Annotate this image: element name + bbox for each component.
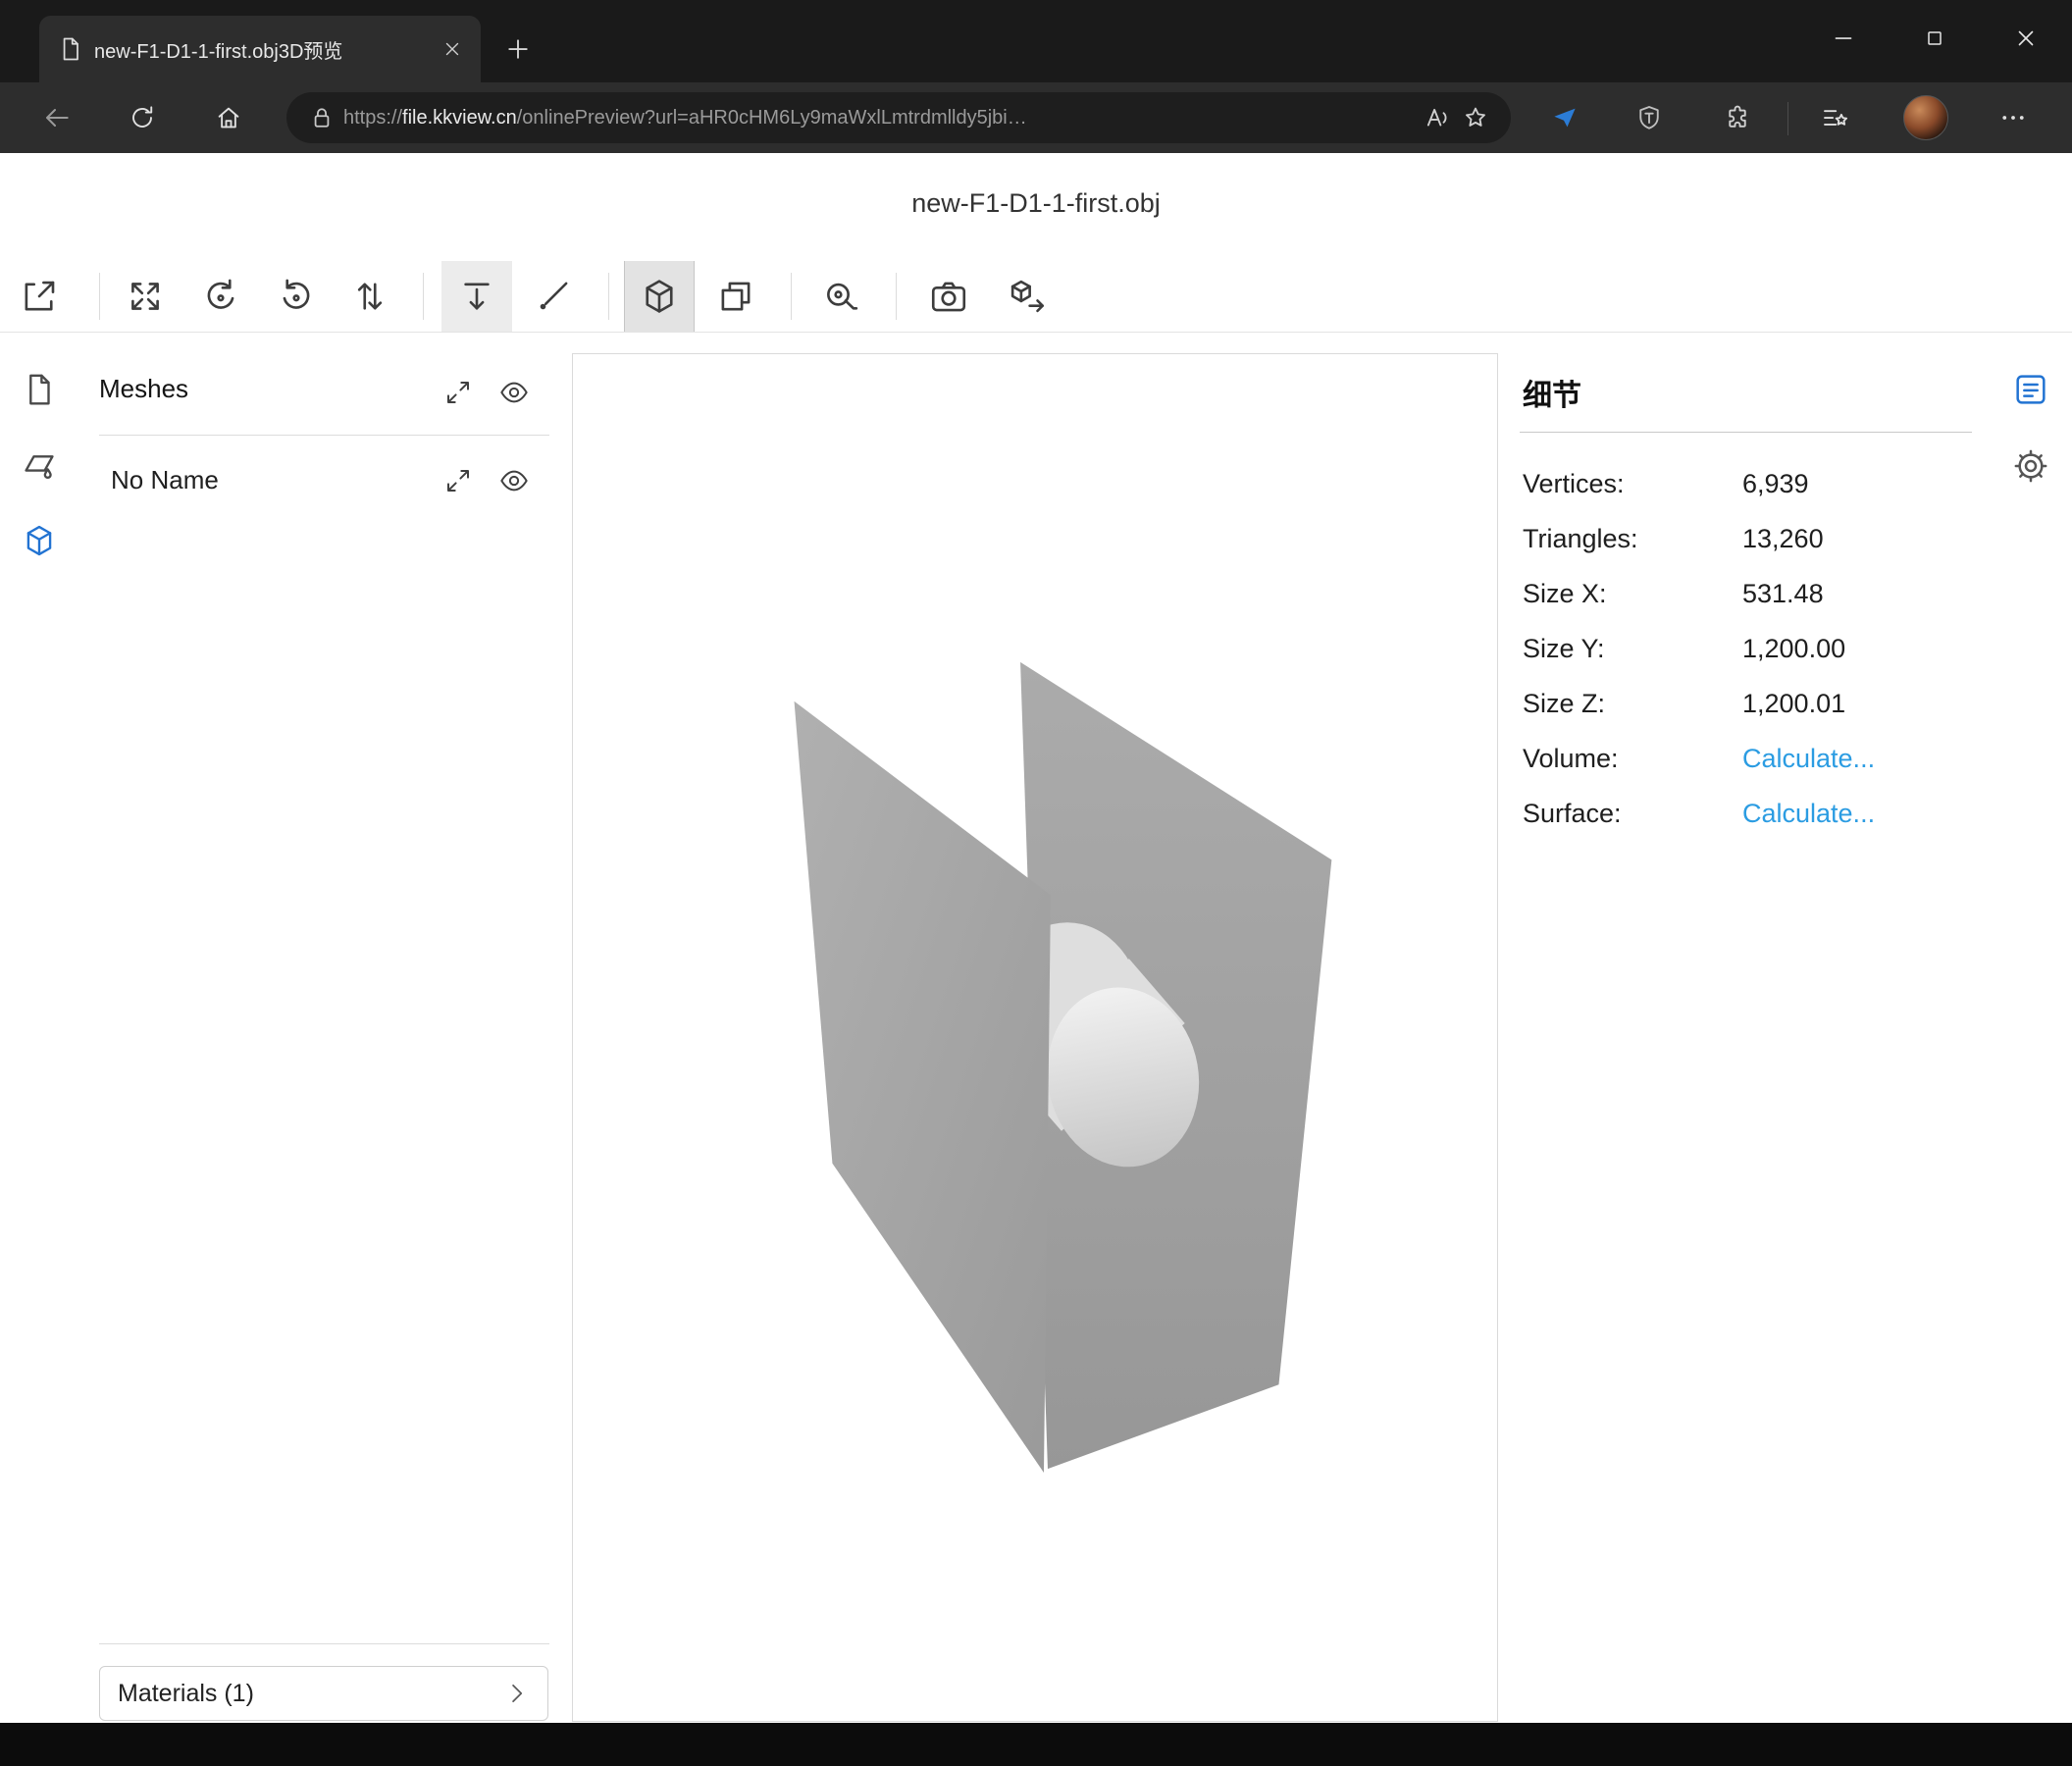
rotate-left-button[interactable]	[185, 261, 256, 332]
favorite-star-button[interactable]	[1456, 98, 1495, 137]
details-panel-header: 细节	[1523, 371, 1581, 414]
detail-value: 531.48	[1742, 579, 1824, 609]
bottom-bar	[0, 1723, 2072, 1766]
materials-rail-icon[interactable]	[18, 443, 61, 487]
perspective-view-button[interactable]	[624, 261, 695, 332]
address-bar[interactable]: https://file.kkview.cn/onlinePreview?url…	[286, 92, 1511, 143]
page-title: new-F1-D1-1-first.obj	[0, 188, 2072, 219]
toolbar-separator	[608, 273, 609, 320]
details-list-rail-icon[interactable]	[2009, 368, 2052, 411]
browser-window: new-F1-D1-1-first.obj3D预览	[0, 0, 2072, 1766]
titlebar: new-F1-D1-1-first.obj3D预览	[0, 0, 2072, 82]
materials-button[interactable]: Materials (1)	[99, 1666, 548, 1721]
extension-shield-icon[interactable]	[1624, 92, 1675, 143]
profile-avatar[interactable]	[1903, 95, 1948, 140]
navigation-bar: https://file.kkview.cn/onlinePreview?url…	[0, 82, 2072, 153]
meshes-divider	[99, 435, 549, 436]
mesh-fit-view-icon[interactable]	[441, 464, 475, 497]
materials-divider	[99, 1643, 549, 1644]
detail-label: Triangles:	[1523, 524, 1638, 554]
extensions-puzzle-icon[interactable]	[1712, 92, 1763, 143]
detail-row-size-z: Size Z: 1,200.01	[1523, 689, 1974, 724]
flip-vertical-button[interactable]	[335, 261, 405, 332]
detail-row-triangles: Triangles: 13,260	[1523, 524, 1974, 559]
export-model-button[interactable]	[992, 261, 1062, 332]
toolbar-separator	[791, 273, 792, 320]
window-close-button[interactable]	[1997, 10, 2054, 67]
nav-separator	[1787, 102, 1788, 135]
file-info-rail-icon[interactable]	[18, 368, 61, 411]
screenshot-camera-button[interactable]	[913, 261, 984, 332]
detail-label: Volume:	[1523, 744, 1619, 774]
lock-icon	[308, 104, 336, 131]
mesh-list-item[interactable]: No Name	[111, 465, 219, 495]
toolbar-divider	[0, 332, 2072, 333]
model-render	[573, 354, 1497, 1721]
chevron-right-icon	[502, 1680, 530, 1707]
toolbar-separator	[423, 273, 424, 320]
model-cube-rail-icon[interactable]	[18, 519, 61, 562]
url-text: https://file.kkview.cn/onlinePreview?url…	[343, 107, 1417, 130]
detail-label: Vertices:	[1523, 469, 1625, 499]
model-viewport[interactable]	[572, 353, 1498, 1722]
open-model-button[interactable]	[4, 261, 75, 332]
home-button[interactable]	[203, 92, 254, 143]
left-plane	[795, 701, 1051, 1473]
settings-menu-icon[interactable]	[1988, 92, 2039, 143]
window-maximize-button[interactable]	[1906, 10, 1963, 67]
calculate-volume-link[interactable]: Calculate...	[1742, 744, 1875, 774]
detail-row-vertices: Vertices: 6,939	[1523, 469, 1974, 504]
move-tool-button[interactable]	[441, 261, 512, 332]
meshes-panel-header: Meshes	[99, 374, 188, 404]
meshes-fit-view-icon[interactable]	[441, 376, 475, 409]
fullscreen-button[interactable]	[110, 261, 181, 332]
detail-row-size-y: Size Y: 1,200.00	[1523, 634, 1974, 669]
detail-label: Size X:	[1523, 579, 1607, 609]
detail-value: 1,200.00	[1742, 634, 1845, 664]
detail-label: Surface:	[1523, 799, 1622, 829]
settings-gear-icon[interactable]	[2009, 444, 2052, 488]
measure-tape-button[interactable]	[806, 261, 877, 332]
new-tab-button[interactable]	[498, 29, 538, 69]
toolbar-separator	[99, 273, 100, 320]
calculate-surface-link[interactable]: Calculate...	[1742, 799, 1875, 829]
browser-tab[interactable]: new-F1-D1-1-first.obj3D预览	[39, 16, 481, 82]
detail-row-size-x: Size X: 531.48	[1523, 579, 1974, 614]
read-aloud-button[interactable]	[1417, 98, 1456, 137]
detail-value: 6,939	[1742, 469, 1809, 499]
back-button[interactable]	[31, 92, 82, 143]
detail-row-volume: Volume: Calculate...	[1523, 744, 1974, 779]
tab-title: new-F1-D1-1-first.obj3D预览	[94, 35, 428, 64]
mesh-visibility-eye-icon[interactable]	[497, 464, 531, 497]
materials-label: Materials (1)	[118, 1680, 502, 1708]
extension-blue-icon[interactable]	[1539, 92, 1590, 143]
favorites-hub-icon[interactable]	[1809, 92, 1860, 143]
orthographic-view-button[interactable]	[700, 261, 771, 332]
detail-label: Size Z:	[1523, 689, 1605, 719]
details-divider	[1520, 432, 1972, 433]
detail-row-surface: Surface: Calculate...	[1523, 799, 1974, 834]
refresh-button[interactable]	[117, 92, 168, 143]
meshes-visibility-eye-icon[interactable]	[497, 376, 531, 409]
tab-favicon-page-icon	[57, 35, 84, 63]
detail-value: 13,260	[1742, 524, 1824, 554]
window-minimize-button[interactable]	[1815, 10, 1872, 67]
toolbar-separator	[896, 273, 897, 320]
rotate-right-button[interactable]	[261, 261, 332, 332]
viewer-toolbar	[0, 261, 2072, 332]
detail-value: 1,200.01	[1742, 689, 1845, 719]
line-measure-tool-button[interactable]	[518, 261, 589, 332]
detail-label: Size Y:	[1523, 634, 1605, 664]
tab-close-icon[interactable]	[438, 34, 467, 64]
